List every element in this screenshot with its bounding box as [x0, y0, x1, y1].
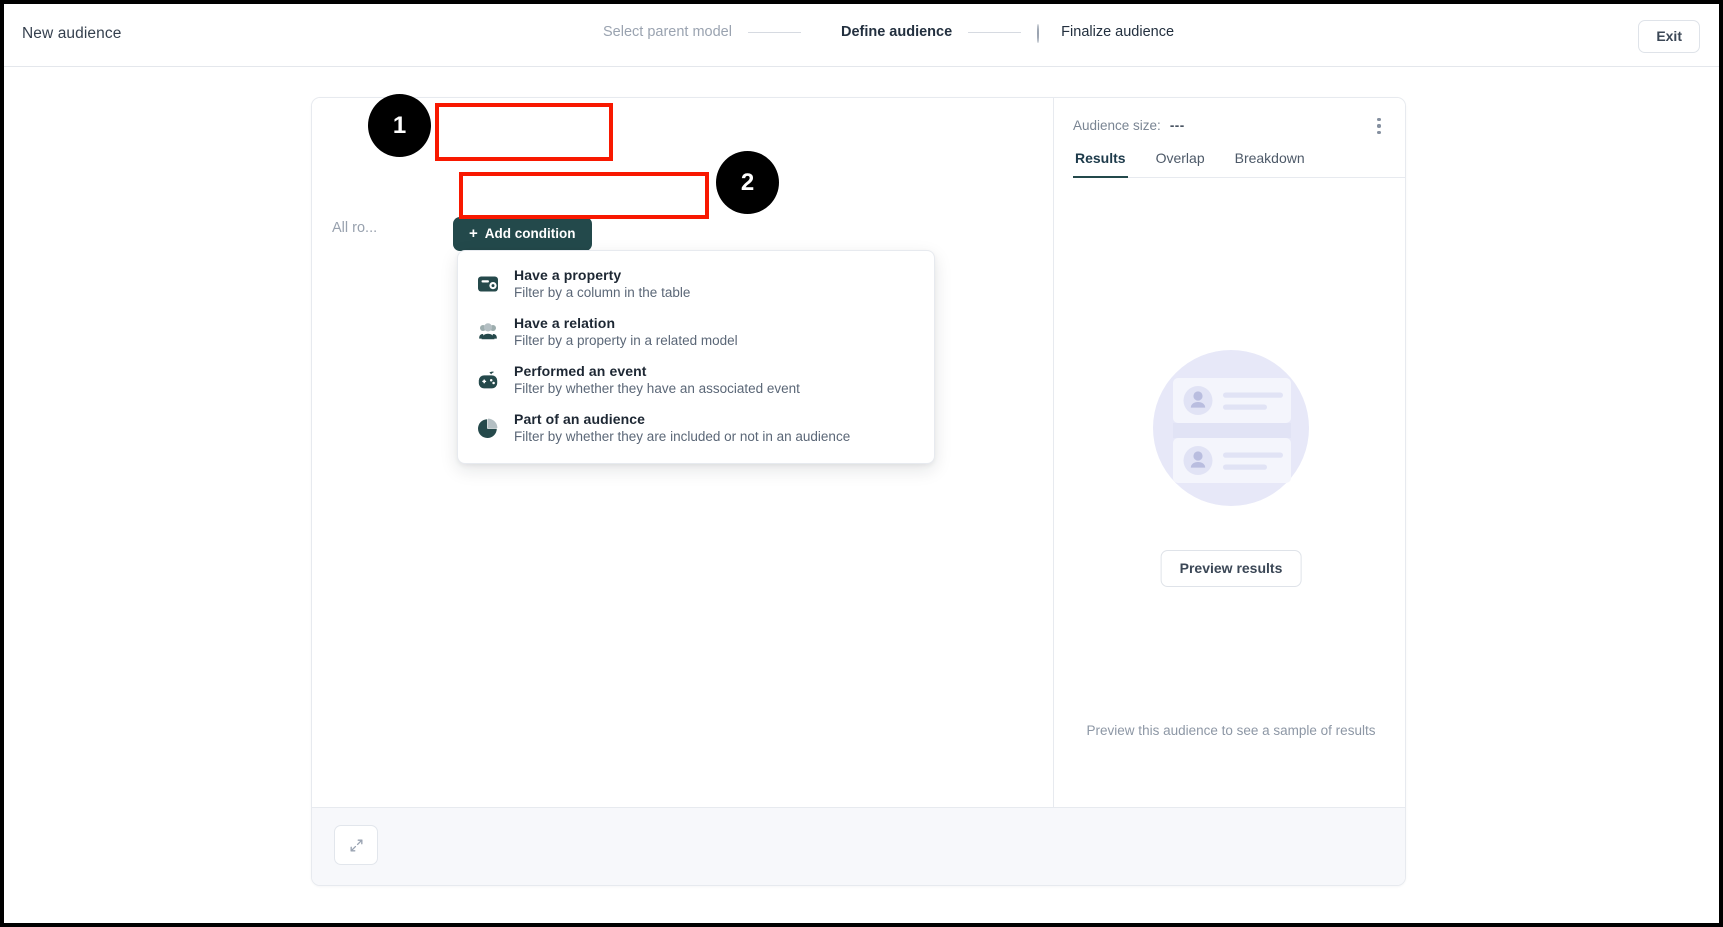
- plus-icon: +: [469, 224, 478, 242]
- condition-type-menu: Have a property Filter by a column in th…: [457, 250, 935, 464]
- conditions-pane: All ro... + Add condition Have a propert…: [312, 98, 1054, 808]
- pie-chart-icon: [476, 416, 500, 440]
- have-a-property-menu-item[interactable]: Have a property Filter by a column in th…: [458, 260, 934, 308]
- audience-size-row: Audience size: ---: [1073, 118, 1185, 133]
- step-define-audience[interactable]: Define audience: [817, 24, 952, 40]
- step-label: Finalize audience: [1061, 24, 1175, 40]
- annotation-badge-1: 1: [368, 94, 431, 157]
- expand-diagonal-icon[interactable]: [334, 825, 378, 865]
- step-finalize-audience[interactable]: Finalize audience: [1037, 23, 1175, 43]
- step-label: Define audience: [840, 24, 953, 40]
- people-icon: [476, 320, 500, 344]
- wizard-stepper: Select parent model Define audience Fina…: [579, 23, 1175, 43]
- menu-item-desc: Filter by a property in a related model: [514, 333, 738, 348]
- menu-item-desc: Filter by whether they have an associate…: [514, 381, 800, 396]
- panel-tabs: Results Overlap Breakdown: [1073, 150, 1405, 178]
- add-condition-label: Add condition: [484, 226, 576, 241]
- menu-item-title: Part of an audience: [514, 411, 646, 427]
- wallet-icon: [476, 272, 500, 296]
- tab-overlap[interactable]: Overlap: [1154, 150, 1207, 178]
- menu-item-desc: Filter by a column in the table: [514, 285, 691, 300]
- game-controller-icon: [476, 368, 500, 392]
- part-of-an-audience-menu-item[interactable]: Part of an audience Filter by whether th…: [458, 404, 934, 452]
- tab-breakdown[interactable]: Breakdown: [1233, 150, 1307, 178]
- card-footer: [312, 807, 1405, 885]
- more-vertical-icon[interactable]: [1369, 115, 1389, 137]
- audience-builder-card: All ro... + Add condition Have a propert…: [311, 97, 1406, 886]
- have-a-relation-menu-item[interactable]: Have a relation Filter by a property in …: [458, 308, 934, 356]
- preview-results-button[interactable]: Preview results: [1160, 550, 1302, 587]
- audience-placeholder-illustration: [1137, 334, 1325, 522]
- audience-size-value: ---: [1169, 118, 1185, 133]
- all-rows-label: All ro...: [332, 220, 378, 236]
- menu-item-desc: Filter by whether they are included or n…: [514, 429, 851, 444]
- top-bar: New audience Select parent model Define …: [4, 4, 1719, 67]
- page-title: New audience: [22, 25, 122, 42]
- menu-item-title: Have a property: [514, 267, 622, 283]
- preview-hint-text: Preview this audience to see a sample of…: [1086, 723, 1376, 738]
- step-label: Select parent model: [603, 24, 732, 40]
- filled-circle-icon: [817, 25, 832, 40]
- add-condition-button[interactable]: + Add condition: [453, 217, 592, 251]
- step-connector: [747, 31, 801, 33]
- results-panel: Audience size: --- Results Overlap Break…: [1055, 98, 1405, 808]
- step-select-parent-model[interactable]: Select parent model: [579, 24, 732, 40]
- step-connector: [968, 31, 1022, 33]
- app-window: New audience Select parent model Define …: [4, 4, 1719, 923]
- check-circle-icon: [579, 25, 594, 40]
- performed-an-event-menu-item[interactable]: Performed an event Filter by whether the…: [458, 356, 934, 404]
- menu-item-title: Performed an event: [514, 363, 647, 379]
- annotation-badge-2: 2: [716, 151, 779, 214]
- audience-size-label: Audience size:: [1073, 118, 1161, 133]
- empty-circle-icon: [1037, 23, 1052, 43]
- menu-item-title: Have a relation: [514, 315, 616, 331]
- tab-results[interactable]: Results: [1073, 150, 1128, 178]
- exit-button[interactable]: Exit: [1638, 20, 1700, 53]
